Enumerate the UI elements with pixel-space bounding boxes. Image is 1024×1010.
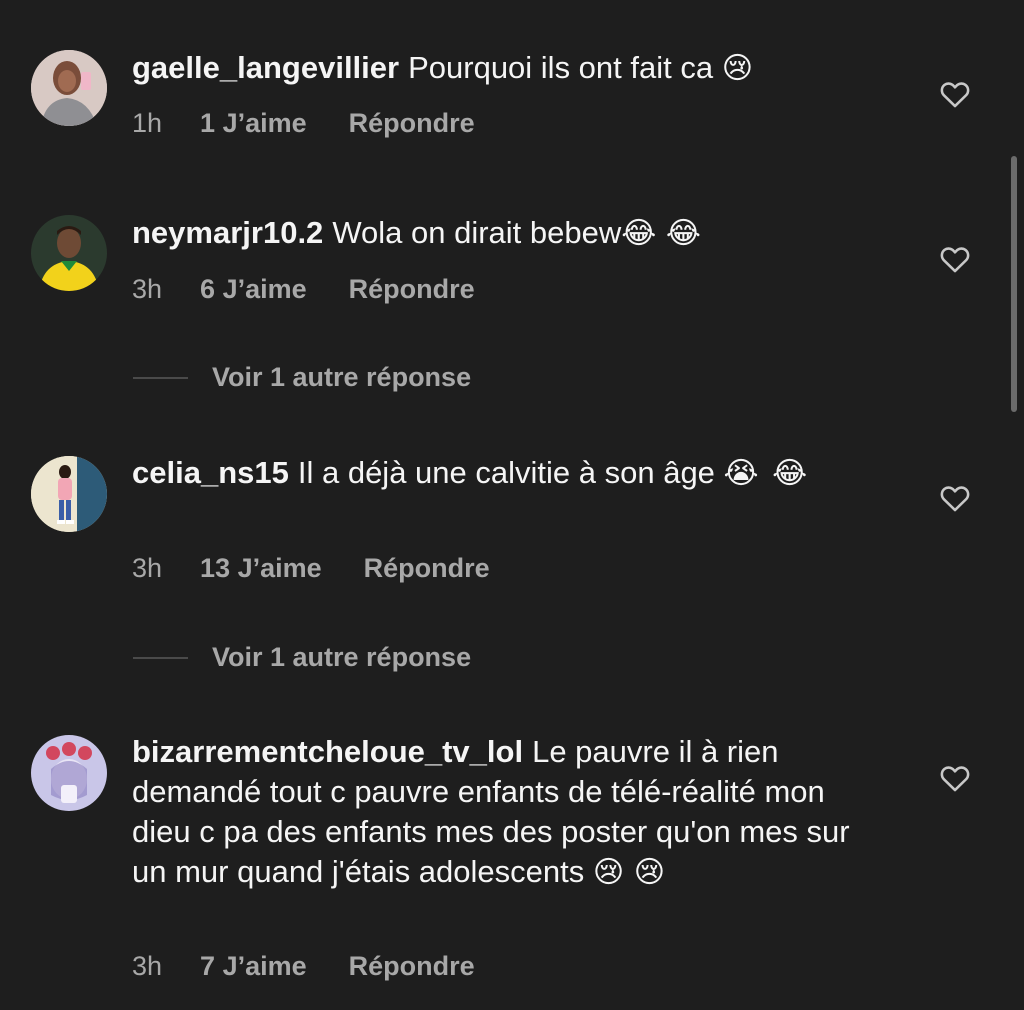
heart-outline-icon[interactable] bbox=[938, 242, 972, 276]
comment-body: Pourquoi ils ont fait ca bbox=[408, 50, 714, 85]
view-replies-button[interactable]: Voir 1 autre réponse bbox=[133, 362, 471, 393]
emoji: 😢 😢 bbox=[592, 855, 665, 890]
timestamp: 3h bbox=[132, 553, 163, 583]
comment-text: celia_ns15 Il a déjà une calvitie à son â… bbox=[132, 453, 862, 494]
comment-text: gaelle_langevillier Pourquoi ils ont fait… bbox=[132, 48, 872, 89]
scrollbar[interactable] bbox=[1011, 156, 1017, 412]
comment-body: Il a déjà une calvitie à son âge bbox=[297, 455, 715, 490]
heart-outline-icon[interactable] bbox=[938, 761, 972, 795]
comment-meta: 3h 13 J’aime Répondre bbox=[132, 553, 490, 584]
like-count[interactable]: 7 J’aime bbox=[200, 951, 307, 982]
divider-line bbox=[133, 656, 188, 659]
heart-outline-icon[interactable] bbox=[938, 77, 972, 111]
comment-meta: 3h 7 J’aime Répondre bbox=[132, 951, 475, 982]
username[interactable]: celia_ns15 bbox=[132, 455, 289, 490]
timestamp: 3h bbox=[132, 274, 163, 304]
timestamp: 3h bbox=[132, 951, 163, 981]
avatar[interactable] bbox=[31, 50, 107, 126]
like-count[interactable]: 6 J’aime bbox=[200, 274, 307, 305]
emoji: 😭 😂 bbox=[723, 456, 810, 491]
emoji: 😢 bbox=[721, 51, 754, 86]
avatar[interactable] bbox=[31, 456, 107, 532]
reply-button[interactable]: Répondre bbox=[349, 274, 475, 305]
username[interactable]: gaelle_langevillier bbox=[132, 50, 399, 85]
reply-button[interactable]: Répondre bbox=[364, 553, 490, 584]
like-count[interactable]: 13 J’aime bbox=[200, 553, 322, 584]
divider-line bbox=[133, 376, 188, 379]
username[interactable]: neymarjr10.2 bbox=[132, 215, 323, 250]
timestamp: 1h bbox=[132, 108, 163, 138]
reply-button[interactable]: Répondre bbox=[349, 951, 475, 982]
like-count[interactable]: 1 J’aime bbox=[200, 108, 307, 139]
comment-meta: 1h 1 J’aime Répondre bbox=[132, 108, 475, 139]
comment-body: Wola on dirait bebew bbox=[332, 215, 622, 250]
avatar[interactable] bbox=[31, 215, 107, 291]
view-replies-label[interactable]: Voir 1 autre réponse bbox=[212, 642, 471, 673]
heart-outline-icon[interactable] bbox=[938, 481, 972, 515]
comment-meta: 3h 6 J’aime Répondre bbox=[132, 274, 475, 305]
comment-text: neymarjr10.2 Wola on dirait bebew😂 😂 bbox=[132, 213, 872, 254]
avatar[interactable] bbox=[31, 735, 107, 811]
emoji: 😂 😂 bbox=[621, 216, 701, 251]
reply-button[interactable]: Répondre bbox=[349, 108, 475, 139]
view-replies-button[interactable]: Voir 1 autre réponse bbox=[133, 642, 471, 673]
username[interactable]: bizarrementcheloue_tv_lol bbox=[132, 734, 523, 769]
comment-text: bizarrementcheloue_tv_lol Le pauvre il à … bbox=[132, 732, 877, 893]
view-replies-label[interactable]: Voir 1 autre réponse bbox=[212, 362, 471, 393]
